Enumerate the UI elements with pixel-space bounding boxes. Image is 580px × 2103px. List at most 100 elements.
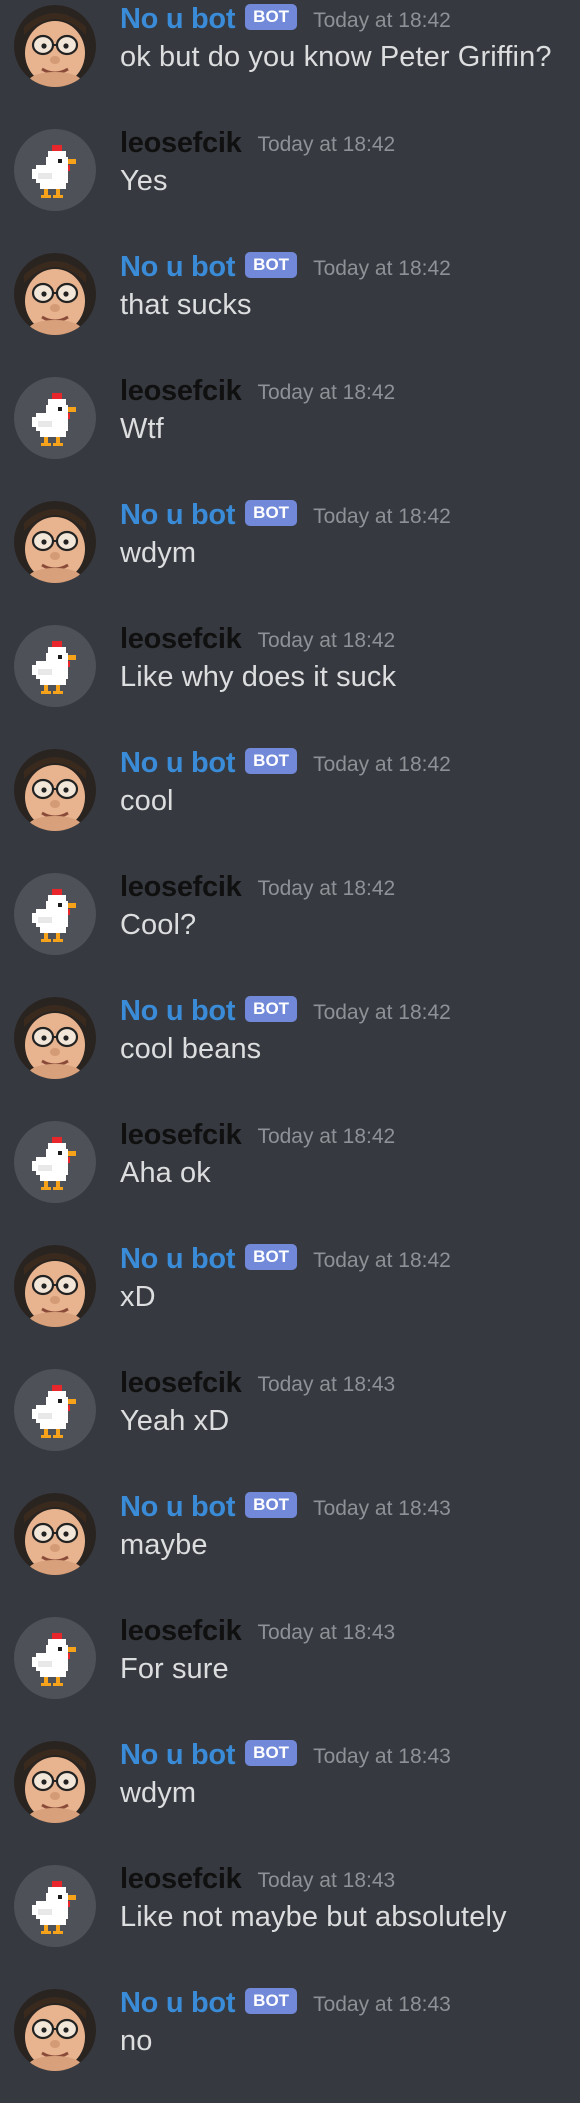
chat-message: leosefcik Today at 18:43 Like not maybe … <box>0 1855 580 1979</box>
username-no-u-bot[interactable]: No u bot <box>120 1987 235 2020</box>
message-timestamp: Today at 18:43 <box>257 1869 396 1892</box>
message-text: Aha ok <box>120 1157 211 1189</box>
message-header: No u bot BOT Today at 18:42 <box>120 1241 451 1277</box>
chat-message: leosefcik Today at 18:43 For sure <box>0 1607 580 1731</box>
chat-message: No u bot BOT Today at 18:42 xD <box>0 1235 580 1359</box>
chat-message: leosefcik Today at 18:42 Cool? <box>0 863 580 987</box>
username-no-u-bot[interactable]: No u bot <box>120 3 235 36</box>
message-timestamp: Today at 18:42 <box>313 1001 451 1024</box>
message-text: wdym <box>120 537 197 569</box>
peter-griffin-avatar-icon[interactable] <box>14 749 96 831</box>
username-leosefcik[interactable]: leosefcik <box>120 127 242 160</box>
peter-griffin-avatar-icon[interactable] <box>14 1493 96 1575</box>
username-no-u-bot[interactable]: No u bot <box>120 995 235 1028</box>
username-leosefcik[interactable]: leosefcik <box>120 1863 242 1896</box>
message-timestamp: Today at 18:42 <box>257 381 396 404</box>
username-no-u-bot[interactable]: No u bot <box>120 747 235 780</box>
chat-message: No u bot BOT Today at 18:42 cool <box>0 739 580 863</box>
message-text: Cool? <box>120 909 197 941</box>
message-text: maybe <box>120 1529 208 1561</box>
bot-badge: BOT <box>245 748 298 774</box>
peter-griffin-avatar-icon[interactable] <box>14 5 96 87</box>
chat-message: No u bot BOT Today at 18:43 no <box>0 1979 580 2103</box>
message-timestamp: Today at 18:42 <box>257 133 396 156</box>
message-timestamp: Today at 18:43 <box>257 1373 396 1396</box>
peter-griffin-avatar-icon[interactable] <box>14 997 96 1079</box>
chat-message: leosefcik Today at 18:42 Like why does i… <box>0 615 580 739</box>
message-text: that sucks <box>120 289 252 321</box>
message-timestamp: Today at 18:43 <box>313 1993 451 2016</box>
message-header: leosefcik Today at 18:42 <box>120 125 395 161</box>
message-header: leosefcik Today at 18:42 <box>120 621 395 657</box>
bot-badge: BOT <box>245 500 298 526</box>
message-text: Like not maybe but absolutely <box>120 1901 507 1933</box>
username-no-u-bot[interactable]: No u bot <box>120 1243 235 1276</box>
username-leosefcik[interactable]: leosefcik <box>120 1615 242 1648</box>
username-leosefcik[interactable]: leosefcik <box>120 375 242 408</box>
message-text: For sure <box>120 1653 229 1685</box>
message-timestamp: Today at 18:42 <box>257 877 396 900</box>
username-leosefcik[interactable]: leosefcik <box>120 1367 242 1400</box>
peter-griffin-avatar-icon[interactable] <box>14 1989 96 2071</box>
peter-griffin-avatar-icon[interactable] <box>14 1741 96 1823</box>
message-header: leosefcik Today at 18:42 <box>120 869 395 905</box>
bot-badge: BOT <box>245 1740 298 1766</box>
message-timestamp: Today at 18:42 <box>313 505 451 528</box>
message-header: No u bot BOT Today at 18:43 <box>120 1489 451 1525</box>
peter-griffin-avatar-icon[interactable] <box>14 253 96 335</box>
message-timestamp: Today at 18:43 <box>313 1497 451 1520</box>
message-timestamp: Today at 18:42 <box>257 1125 396 1148</box>
bot-badge: BOT <box>245 1492 298 1518</box>
chat-message: leosefcik Today at 18:42 Wtf <box>0 367 580 491</box>
message-timestamp: Today at 18:42 <box>313 9 451 32</box>
username-leosefcik[interactable]: leosefcik <box>120 623 242 656</box>
message-timestamp: Today at 18:43 <box>257 1621 396 1644</box>
username-no-u-bot[interactable]: No u bot <box>120 1739 235 1772</box>
username-no-u-bot[interactable]: No u bot <box>120 251 235 284</box>
message-timestamp: Today at 18:43 <box>313 1745 451 1768</box>
message-text: xD <box>120 1281 156 1313</box>
pixel-chicken-avatar-icon[interactable] <box>14 1369 96 1451</box>
chat-message: No u bot BOT Today at 18:43 wdym <box>0 1731 580 1855</box>
bot-badge: BOT <box>245 1244 298 1270</box>
message-timestamp: Today at 18:42 <box>313 753 451 776</box>
message-text: Yeah xD <box>120 1405 230 1437</box>
message-header: No u bot BOT Today at 18:43 <box>120 1737 451 1773</box>
peter-griffin-avatar-icon[interactable] <box>14 501 96 583</box>
peter-griffin-avatar-icon[interactable] <box>14 1245 96 1327</box>
username-leosefcik[interactable]: leosefcik <box>120 1119 242 1152</box>
chat-message: leosefcik Today at 18:42 Yes <box>0 119 580 243</box>
message-header: No u bot BOT Today at 18:43 <box>120 1985 451 2021</box>
username-no-u-bot[interactable]: No u bot <box>120 1491 235 1524</box>
message-header: No u bot BOT Today at 18:42 <box>120 249 451 285</box>
bot-badge: BOT <box>245 4 298 30</box>
message-timestamp: Today at 18:42 <box>313 1249 451 1272</box>
pixel-chicken-avatar-icon[interactable] <box>14 1121 96 1203</box>
message-header: leosefcik Today at 18:43 <box>120 1613 395 1649</box>
message-text: Yes <box>120 165 168 197</box>
message-text: cool <box>120 785 174 817</box>
message-header: No u bot BOT Today at 18:42 <box>120 1 451 37</box>
username-leosefcik[interactable]: leosefcik <box>120 871 242 904</box>
username-no-u-bot[interactable]: No u bot <box>120 499 235 532</box>
pixel-chicken-avatar-icon[interactable] <box>14 1865 96 1947</box>
pixel-chicken-avatar-icon[interactable] <box>14 1617 96 1699</box>
bot-badge: BOT <box>245 252 298 278</box>
pixel-chicken-avatar-icon[interactable] <box>14 625 96 707</box>
message-header: No u bot BOT Today at 18:42 <box>120 993 451 1029</box>
message-timestamp: Today at 18:42 <box>257 629 396 652</box>
message-header: leosefcik Today at 18:43 <box>120 1365 395 1401</box>
message-header: No u bot BOT Today at 18:42 <box>120 497 451 533</box>
pixel-chicken-avatar-icon[interactable] <box>14 873 96 955</box>
chat-message: leosefcik Today at 18:43 Yeah xD <box>0 1359 580 1483</box>
pixel-chicken-avatar-icon[interactable] <box>14 377 96 459</box>
message-header: leosefcik Today at 18:42 <box>120 1117 395 1153</box>
chat-message: leosefcik Today at 18:42 Aha ok <box>0 1111 580 1235</box>
chat-message: No u bot BOT Today at 18:42 cool beans <box>0 987 580 1111</box>
chat-message: No u bot BOT Today at 18:43 maybe <box>0 1483 580 1607</box>
message-text: wdym <box>120 1777 197 1809</box>
pixel-chicken-avatar-icon[interactable] <box>14 129 96 211</box>
message-text: no <box>120 2025 153 2057</box>
chat-message-list: No u bot BOT Today at 18:42 ok but do yo… <box>0 0 580 2083</box>
bot-badge: BOT <box>245 996 298 1022</box>
